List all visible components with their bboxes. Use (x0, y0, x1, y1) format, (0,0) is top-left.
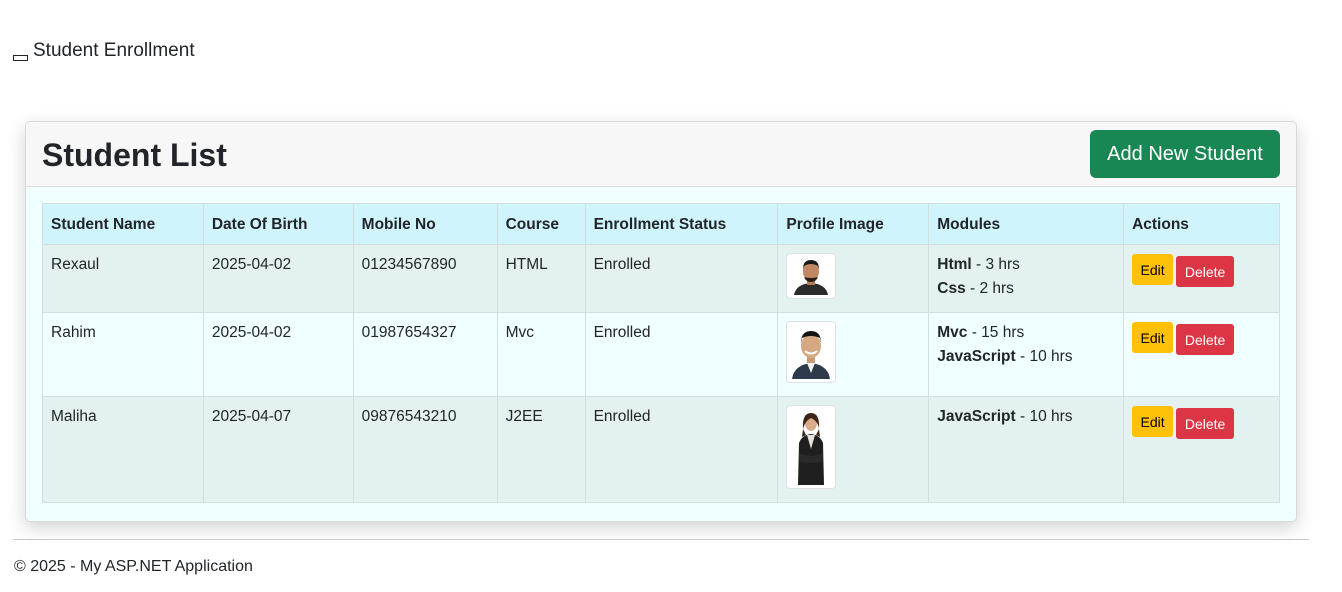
profile-photo-woman-business (790, 409, 833, 485)
students-table: Student Name Date Of Birth Mobile No Cou… (42, 203, 1280, 503)
enrollment-status: Enrolled (584, 244, 779, 313)
mobile-no: 01234567890 (352, 244, 498, 313)
profile-image (786, 405, 837, 489)
edit-button[interactable]: Edit (1132, 322, 1174, 353)
broken-image-icon (13, 55, 28, 61)
module-item: JavaScript - 10 hrs (937, 348, 1073, 365)
mobile-no: 01987654327 (352, 312, 498, 397)
profile-image (786, 253, 837, 299)
delete-button[interactable]: Delete (1176, 408, 1235, 439)
card-header: Student List Add New Student (26, 122, 1296, 187)
student-list-card: Student List Add New Student Student Nam… (25, 121, 1297, 522)
enrollment-status: Enrolled (584, 312, 779, 397)
footer-divider (13, 539, 1309, 540)
date-of-birth: 2025-04-07 (202, 396, 354, 503)
page-title: Student List (42, 137, 227, 173)
profile-photo-man-beard (790, 257, 833, 295)
date-of-birth: 2025-04-02 (202, 244, 354, 313)
course: J2EE (496, 396, 586, 503)
column-header-modules: Modules (928, 203, 1125, 245)
student-name: Rexaul (42, 244, 204, 313)
course: Mvc (496, 312, 586, 397)
module-item: Css - 2 hrs (937, 280, 1014, 297)
modules-cell: JavaScript - 10 hrs (928, 396, 1125, 503)
column-header-date-of-birth: Date Of Birth (202, 203, 354, 245)
date-of-birth: 2025-04-02 (202, 312, 354, 397)
edit-button[interactable]: Edit (1132, 406, 1174, 437)
module-item: Html - 3 hrs (937, 256, 1020, 273)
column-header-mobile-no: Mobile No (352, 203, 498, 245)
column-header-profile-image: Profile Image (777, 203, 930, 245)
modules-cell: Html - 3 hrs Css - 2 hrs (928, 244, 1125, 313)
add-new-student-button[interactable]: Add New Student (1090, 130, 1280, 178)
table-row: Maliha 2025-04-07 09876543210 J2EE Enrol… (42, 396, 1280, 503)
enrollment-status: Enrolled (584, 396, 779, 503)
module-item: JavaScript - 10 hrs (937, 408, 1073, 425)
profile-image-cell (777, 312, 930, 397)
profile-photo-man-smiling (790, 325, 833, 379)
mobile-no: 09876543210 (352, 396, 498, 503)
table-header-row: Student Name Date Of Birth Mobile No Cou… (42, 203, 1280, 245)
actions-cell: Edit Delete (1123, 396, 1280, 503)
edit-button[interactable]: Edit (1132, 254, 1174, 285)
table-row: Rahim 2025-04-02 01987654327 Mvc Enrolle… (42, 312, 1280, 397)
module-item: Mvc - 15 hrs (937, 324, 1025, 341)
brand-title[interactable]: Student Enrollment (33, 40, 195, 62)
profile-image-cell (777, 396, 930, 503)
actions-cell: Edit Delete (1123, 244, 1280, 313)
delete-button[interactable]: Delete (1176, 324, 1235, 355)
student-name: Rahim (42, 312, 204, 397)
table-row: Rexaul 2025-04-02 01234567890 HTML Enrol… (42, 244, 1280, 313)
column-header-enrollment-status: Enrollment Status (584, 203, 779, 245)
student-name: Maliha (42, 396, 204, 503)
column-header-actions: Actions (1123, 203, 1280, 245)
modules-cell: Mvc - 15 hrs JavaScript - 10 hrs (928, 312, 1125, 397)
navbar-brand[interactable]: Student Enrollment (13, 40, 195, 62)
column-header-course: Course (496, 203, 586, 245)
column-header-student-name: Student Name (42, 203, 204, 245)
course: HTML (496, 244, 586, 313)
footer-copyright: © 2025 - My ASP.NET Application (14, 558, 253, 575)
profile-image-cell (777, 244, 930, 313)
delete-button[interactable]: Delete (1176, 256, 1235, 287)
profile-image (786, 321, 837, 383)
actions-cell: Edit Delete (1123, 312, 1280, 397)
